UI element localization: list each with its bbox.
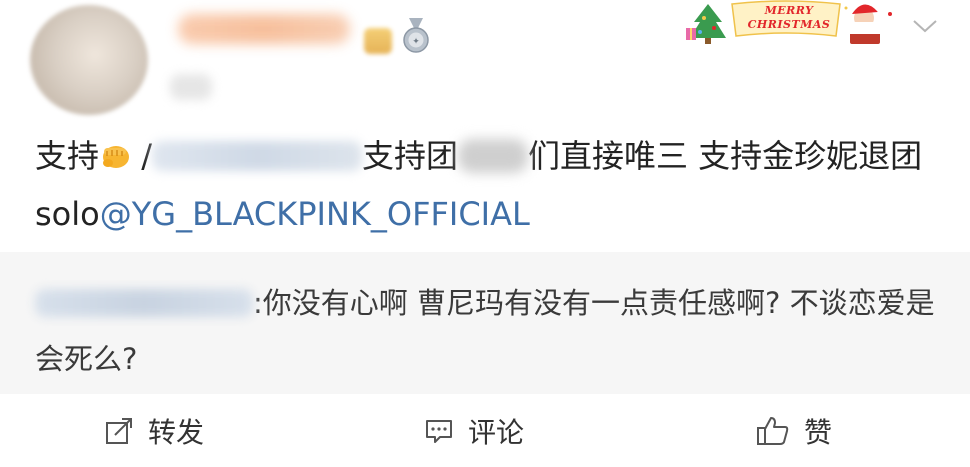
- like-button[interactable]: 赞: [756, 394, 832, 467]
- action-bar: 转发 评论 赞: [0, 394, 970, 467]
- post-text-segment: 支持团: [361, 137, 458, 175]
- repost-button[interactable]: 转发: [104, 394, 204, 467]
- post-text-segment: 支持: [35, 137, 100, 175]
- thumbs-up-icon: [757, 416, 789, 445]
- comment-button[interactable]: 评论: [424, 394, 524, 467]
- christmas-label-line2: CHRISTMAS: [747, 18, 831, 31]
- chevron-down-icon[interactable]: [912, 18, 938, 34]
- oncoming-fist-emoji: [103, 146, 130, 168]
- like-label: 赞: [804, 415, 833, 449]
- repost-label: 转发: [148, 415, 205, 449]
- medal-badge-icon: ✦: [403, 18, 429, 53]
- svg-text:✦: ✦: [412, 37, 420, 47]
- post-text-segment: /: [131, 137, 152, 175]
- username-redacted[interactable]: [178, 14, 350, 44]
- quoted-comment[interactable]: :你没有心啊 曹尼玛有没有一点责任感啊? 不谈恋爱是会死么?: [0, 252, 970, 394]
- christmas-label-line1: MERRY: [764, 4, 814, 17]
- post-time-redacted: [170, 74, 212, 100]
- redacted-mention: [151, 141, 362, 171]
- share-arrow-icon: [106, 417, 132, 444]
- christmas-decoration: MERRY CHRISTMAS: [686, 0, 900, 46]
- commenter-name-redacted[interactable]: [35, 289, 253, 317]
- christmas-label: MERRY CHRISTMAS: [734, 4, 844, 32]
- comment-bubble-icon: [426, 419, 452, 443]
- redacted-text: [457, 139, 528, 173]
- post-text: 支持 / 支持团 们直接唯三 支持金珍妮退团 solo@YG_BLACKPINK_O…: [35, 127, 935, 243]
- mention-link[interactable]: @YG_BLACKPINK_OFFICIAL: [100, 195, 530, 233]
- weibo-post: ✦ MERRY CHRISTMAS 支持 / 支持团 们直接唯三 支持金珍妮退团…: [0, 0, 970, 467]
- quoted-comment-text: :你没有心啊 曹尼玛有没有一点责任感啊? 不谈恋爱是会死么?: [35, 275, 945, 387]
- comment-label: 评论: [468, 415, 525, 449]
- level-badge-icon: [364, 28, 392, 54]
- avatar[interactable]: [30, 5, 148, 115]
